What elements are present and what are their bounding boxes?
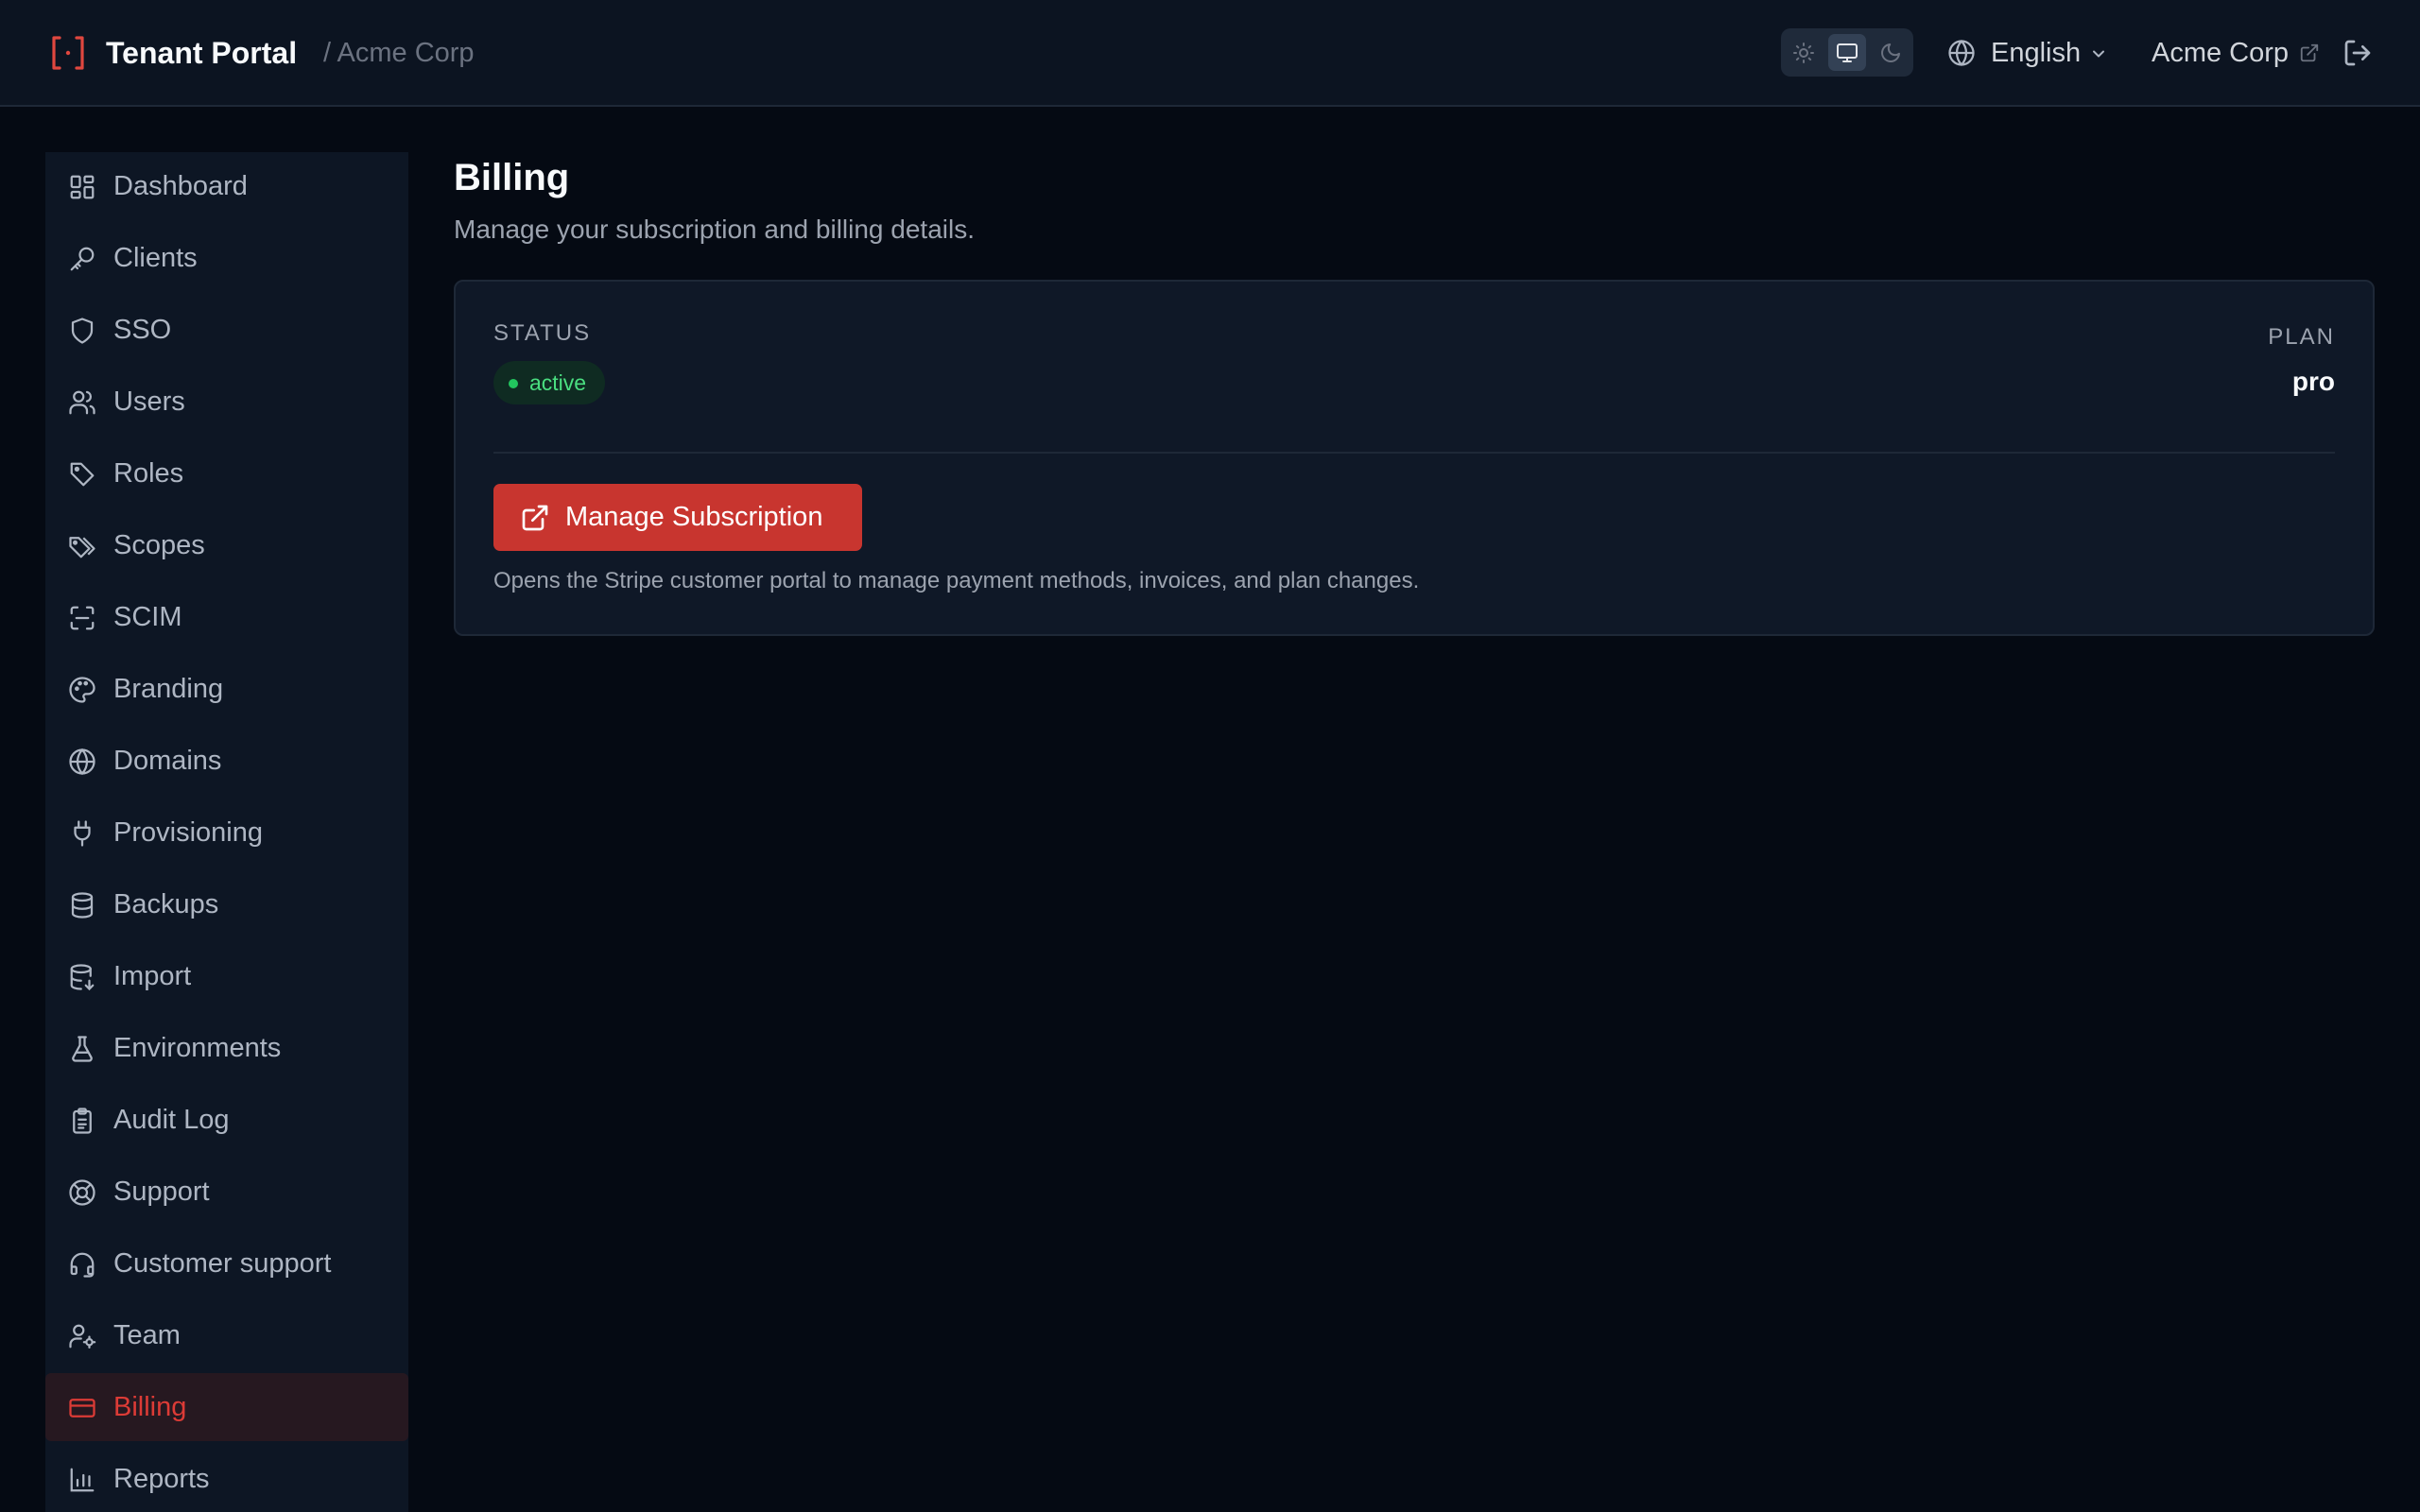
status-dot-icon	[509, 379, 518, 388]
bracket-dot-icon	[51, 34, 85, 72]
theme-toggle	[1781, 28, 1913, 77]
status-value: active	[529, 370, 587, 395]
billing-card: STATUS active PLAN pro Manage Subscripti…	[454, 280, 2375, 636]
sidebar-item-billing[interactable]: Billing	[45, 1373, 408, 1441]
sidebar-item-label: Audit Log	[113, 1105, 230, 1135]
sidebar-item-domains[interactable]: Domains	[45, 727, 408, 795]
language-label: English	[1991, 38, 2082, 68]
org-link[interactable]: Acme Corp	[2152, 32, 2322, 74]
external-link-icon	[520, 503, 550, 533]
status-badge: active	[493, 361, 605, 404]
tag-icon	[68, 460, 96, 489]
sidebar-item-label: Users	[113, 387, 185, 417]
sidebar-item-label: Roles	[113, 458, 184, 489]
dashboard-icon	[68, 173, 96, 201]
status-label: STATUS	[493, 320, 592, 346]
users-icon	[68, 388, 96, 417]
sidebar-item-sso[interactable]: SSO	[45, 296, 408, 364]
clipboard-icon	[68, 1107, 96, 1135]
sidebar-item-label: Backups	[113, 889, 219, 919]
external-link-icon	[2299, 43, 2320, 63]
database-import-icon	[68, 963, 96, 991]
help-text: Opens the Stripe customer portal to mana…	[493, 568, 1420, 593]
shield-icon	[68, 317, 96, 345]
sidebar-item-customer-support[interactable]: Customer support	[45, 1229, 408, 1297]
theme-light-button[interactable]	[1785, 34, 1823, 71]
sidebar-item-label: Support	[113, 1177, 210, 1207]
user-cog-icon	[68, 1322, 96, 1350]
palette-icon	[68, 676, 96, 704]
sidebar-item-branding[interactable]: Branding	[45, 655, 408, 723]
sidebar-item-audit-log[interactable]: Audit Log	[45, 1086, 408, 1154]
breadcrumb: / Acme Corp	[323, 38, 475, 68]
sidebar-item-label: Reports	[113, 1464, 210, 1494]
life-buoy-icon	[68, 1178, 96, 1207]
sidebar-item-label: Scopes	[113, 530, 205, 560]
flask-icon	[68, 1035, 96, 1063]
plug-icon	[68, 819, 96, 848]
sidebar-item-reports[interactable]: Reports	[45, 1445, 408, 1512]
page-title: Billing	[454, 157, 570, 198]
database-icon	[68, 891, 96, 919]
plan-value: pro	[2291, 367, 2335, 396]
bar-chart-icon	[68, 1466, 96, 1494]
globe-icon	[1947, 39, 1976, 67]
sidebar-item-label: Billing	[113, 1392, 187, 1422]
sidebar-item-label: Environments	[113, 1033, 282, 1063]
top-header: Tenant Portal / Acme Corp English Acme C…	[0, 0, 2420, 107]
theme-system-button[interactable]	[1828, 34, 1866, 71]
sidebar-item-label: Domains	[113, 746, 222, 776]
tags-icon	[68, 532, 96, 560]
key-icon	[68, 245, 96, 273]
sidebar-item-provisioning[interactable]: Provisioning	[45, 799, 408, 867]
globe-icon	[68, 747, 96, 776]
sidebar-item-label: Team	[113, 1320, 181, 1350]
sidebar: Dashboard Clients SSO Users Roles Scopes	[45, 152, 408, 1512]
sidebar-item-label: Clients	[113, 243, 198, 273]
sidebar-item-environments[interactable]: Environments	[45, 1014, 408, 1082]
sidebar-item-import[interactable]: Import	[45, 942, 408, 1010]
manage-subscription-label: Manage Subscription	[565, 502, 823, 532]
sidebar-item-scim[interactable]: SCIM	[45, 583, 408, 651]
sidebar-item-team[interactable]: Team	[45, 1301, 408, 1369]
card-divider	[493, 452, 2335, 454]
page-subtitle: Manage your subscription and billing det…	[454, 215, 975, 244]
sidebar-item-label: Provisioning	[113, 817, 263, 848]
headset-icon	[68, 1250, 96, 1279]
sidebar-item-support[interactable]: Support	[45, 1158, 408, 1226]
sidebar-item-label: SCIM	[113, 602, 182, 632]
theme-dark-button[interactable]	[1872, 34, 1910, 71]
logout-button[interactable]	[2342, 38, 2373, 68]
sidebar-item-dashboard[interactable]: Dashboard	[45, 152, 408, 220]
scan-icon	[68, 604, 96, 632]
sidebar-item-scopes[interactable]: Scopes	[45, 511, 408, 579]
sidebar-item-users[interactable]: Users	[45, 368, 408, 436]
sidebar-item-label: Dashboard	[113, 171, 248, 201]
sidebar-item-backups[interactable]: Backups	[45, 870, 408, 938]
chevron-down-icon	[2089, 44, 2108, 63]
credit-card-icon	[68, 1394, 96, 1422]
plan-label: PLAN	[2268, 324, 2335, 350]
sidebar-item-roles[interactable]: Roles	[45, 439, 408, 507]
app-title[interactable]: Tenant Portal	[106, 34, 297, 72]
sidebar-item-label: Import	[113, 961, 192, 991]
sidebar-item-label: Customer support	[113, 1248, 332, 1279]
manage-subscription-button[interactable]: Manage Subscription	[493, 484, 862, 551]
log-out-icon	[2342, 38, 2373, 68]
sidebar-item-clients[interactable]: Clients	[45, 224, 408, 292]
sidebar-item-label: SSO	[113, 315, 172, 345]
sidebar-item-label: Branding	[113, 674, 224, 704]
org-name: Acme Corp	[2152, 38, 2290, 68]
